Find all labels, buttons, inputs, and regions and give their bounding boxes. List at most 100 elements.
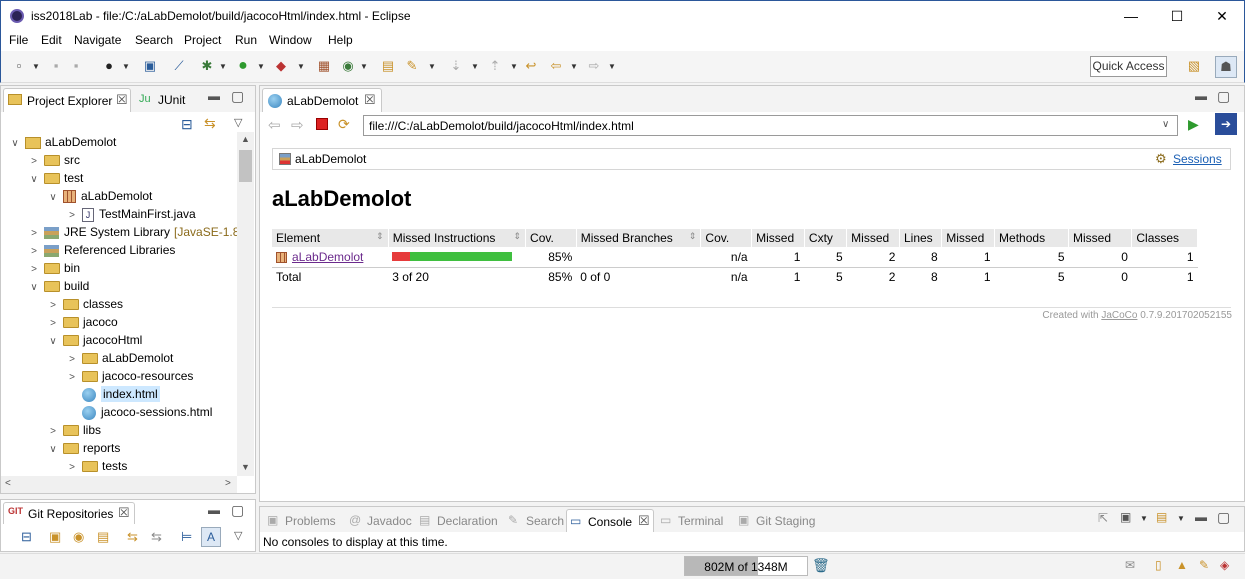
expand-arrow-icon[interactable]: ∨: [28, 171, 40, 189]
tab-git-repositories[interactable]: GIT Git Repositories ☒: [3, 502, 135, 524]
forward-icon[interactable]: ⇨: [586, 58, 602, 74]
minimize-view-icon[interactable]: ▬: [1195, 89, 1207, 103]
open-perspective-icon[interactable]: ▧: [1186, 58, 1202, 74]
collapse-all-icon[interactable]: ⊟: [21, 529, 32, 545]
tree-item[interactable]: > src: [28, 151, 80, 169]
tree-item[interactable]: jacoco-sessions.html: [66, 403, 212, 421]
scrollbar-thumb[interactable]: [239, 150, 252, 182]
chevron-down-icon[interactable]: ▼: [428, 62, 436, 71]
go-icon[interactable]: ▶: [1188, 116, 1199, 133]
minimize-view-icon[interactable]: ▬: [208, 89, 220, 103]
maximize-view-icon[interactable]: ▢: [1217, 88, 1230, 105]
chevron-down-icon[interactable]: ▼: [257, 62, 265, 71]
column-header[interactable]: Missed: [751, 229, 805, 247]
stop-icon[interactable]: [316, 118, 328, 130]
save-icon[interactable]: ▪: [48, 58, 64, 74]
chevron-down-icon[interactable]: ▼: [360, 62, 368, 71]
chevron-down-icon[interactable]: ▼: [1177, 514, 1185, 523]
clone-repository-icon[interactable]: ◉: [73, 529, 84, 545]
tab-javadoc[interactable]: @ Javadoc: [346, 509, 412, 532]
coverage-icon[interactable]: ◆: [273, 58, 289, 74]
menu-file[interactable]: File: [9, 33, 28, 47]
tree-item[interactable]: > jacoco-resources: [66, 367, 193, 385]
tree-item[interactable]: > JRE System Library [JavaSE-1.8]: [28, 223, 237, 241]
forward-icon[interactable]: ⇨: [291, 116, 304, 134]
book-icon[interactable]: ▯: [1155, 558, 1162, 572]
java-perspective-icon[interactable]: ☗: [1215, 56, 1237, 78]
menu-run[interactable]: Run: [235, 33, 257, 47]
run-icon[interactable]: ●: [235, 58, 251, 74]
back-icon[interactable]: ⇦: [268, 116, 281, 134]
column-header[interactable]: Lines: [899, 229, 943, 247]
column-header[interactable]: Cov.: [700, 229, 753, 247]
column-header[interactable]: Missed: [846, 229, 900, 247]
tree-item[interactable]: ∨ reports: [47, 439, 120, 457]
tree-item[interactable]: ∨ build: [28, 277, 89, 295]
tree-item[interactable]: > bin: [28, 259, 80, 277]
wand-icon[interactable]: ✎: [1199, 558, 1209, 572]
expand-arrow-icon[interactable]: ∨: [47, 441, 59, 459]
project-tree[interactable]: ∨ aLabDemolot > src ∨ test ∨ aLabDemolot > J TestM…: [1, 132, 237, 476]
package-link[interactable]: aLabDemolot: [292, 250, 363, 264]
chevron-down-icon[interactable]: ▼: [471, 62, 479, 71]
back-icon[interactable]: ⇦: [548, 58, 564, 74]
close-icon[interactable]: ☒: [364, 92, 376, 108]
new-class-icon[interactable]: ◉: [340, 58, 356, 74]
sync-icon[interactable]: ⇆: [151, 529, 162, 545]
menu-search[interactable]: Search: [135, 33, 173, 47]
tree-item[interactable]: > libs: [47, 421, 101, 439]
next-annotation-icon[interactable]: ⇣: [448, 58, 464, 74]
collapse-all-icon[interactable]: ⊟: [181, 116, 193, 133]
tab-project-explorer[interactable]: Project Explorer ☒: [3, 88, 131, 112]
trash-icon[interactable]: 🗑: [812, 557, 830, 574]
tab-declaration[interactable]: ▤ Declaration: [416, 509, 502, 532]
chevron-down-icon[interactable]: ▼: [1140, 514, 1148, 523]
open-external-browser-icon[interactable]: ➔: [1215, 113, 1237, 135]
create-repository-icon[interactable]: ▤: [97, 529, 109, 545]
prev-annotation-icon[interactable]: ⇡: [487, 58, 503, 74]
last-edit-icon[interactable]: ↩: [523, 58, 539, 74]
notification-icon[interactable]: ✉: [1125, 558, 1135, 572]
close-icon[interactable]: ☒: [116, 92, 128, 108]
maximize-view-icon[interactable]: ▢: [231, 502, 244, 519]
tab-problems[interactable]: ▣ Problems: [264, 509, 342, 532]
column-header[interactable]: Missed Branches ⇕: [576, 229, 702, 247]
tree-item[interactable]: ∨ test: [28, 169, 83, 187]
chevron-down-icon[interactable]: ▼: [219, 62, 227, 71]
maximize-view-icon[interactable]: ▢: [1217, 509, 1230, 526]
skip-breakpoints-icon[interactable]: ⟋: [171, 58, 187, 74]
heap-status[interactable]: 802M of 1348M: [684, 556, 808, 576]
tree-item[interactable]: > Referenced Libraries: [28, 241, 175, 259]
display-console-icon[interactable]: ▣: [1120, 510, 1131, 524]
expand-arrow-icon[interactable]: ∨: [47, 189, 59, 207]
scroll-up-icon[interactable]: ▲: [241, 134, 250, 144]
link-editor-icon[interactable]: ⇆: [204, 115, 216, 132]
view-mode-icon[interactable]: A: [201, 527, 221, 547]
column-header[interactable]: Cxty: [804, 229, 848, 247]
tab-search[interactable]: ✎ Search: [505, 509, 564, 532]
expand-arrow-icon[interactable]: >: [66, 459, 78, 476]
scroll-right-icon[interactable]: >: [225, 478, 231, 489]
tab-editor-alabdemolot[interactable]: aLabDemolot ☒: [262, 88, 382, 112]
open-type-icon[interactable]: ▤: [380, 58, 396, 74]
sessions-link[interactable]: Sessions: [1173, 152, 1222, 166]
search-icon[interactable]: ✎: [404, 58, 420, 74]
chevron-down-icon[interactable]: ▼: [510, 62, 518, 71]
vertical-scrollbar[interactable]: ▲ ▼: [237, 132, 254, 476]
pin-console-icon[interactable]: ⇱: [1098, 511, 1108, 525]
maximize-view-icon[interactable]: ▢: [231, 88, 244, 105]
account-icon[interactable]: ●: [101, 58, 117, 74]
close-icon[interactable]: ☒: [118, 505, 130, 521]
open-console-icon[interactable]: ▤: [1156, 510, 1167, 524]
horizontal-scrollbar[interactable]: < >: [1, 476, 237, 493]
tree-item[interactable]: > jacoco: [47, 313, 118, 331]
minimize-button[interactable]: —: [1108, 1, 1154, 31]
column-header[interactable]: Missed: [941, 229, 996, 247]
tree-item[interactable]: > J TestMainFirst.java: [66, 205, 196, 223]
link-editor-icon[interactable]: ⇆: [127, 529, 138, 545]
expand-arrow-icon[interactable]: ∨: [9, 135, 21, 153]
column-header[interactable]: Element ⇕: [272, 229, 389, 247]
tab-console[interactable]: ▭ Console ☒: [566, 509, 654, 532]
new-package-icon[interactable]: ▦: [316, 58, 332, 74]
debug-icon[interactable]: ✱: [199, 58, 215, 74]
